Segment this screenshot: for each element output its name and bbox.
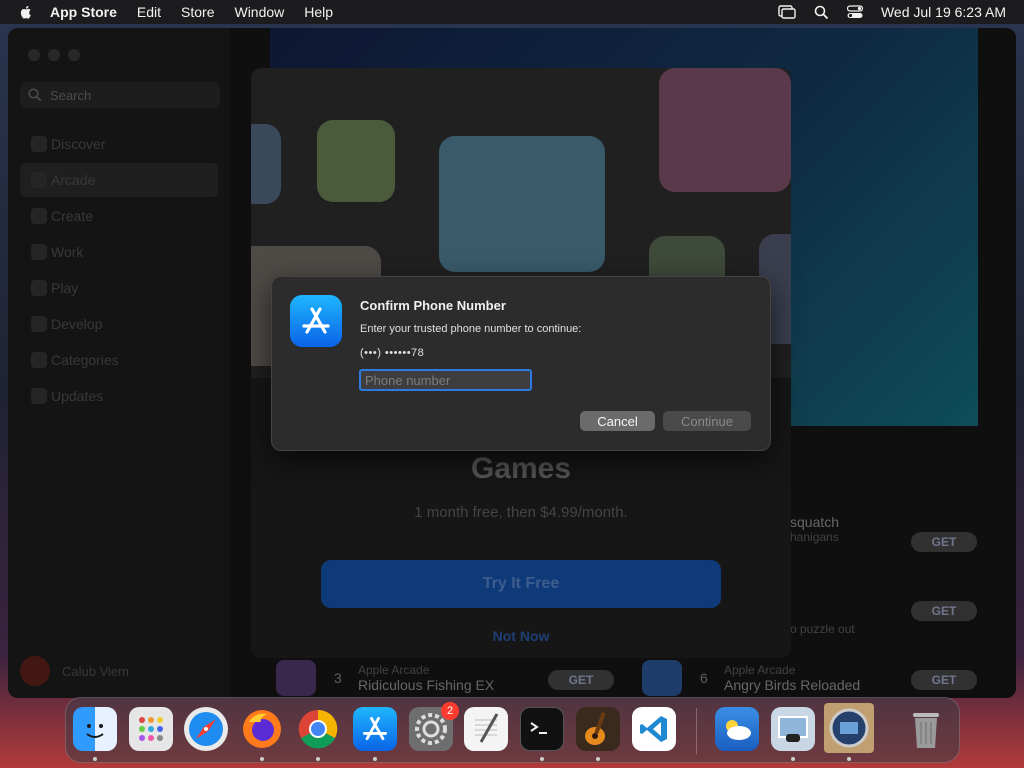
dialog-message: Enter your trusted phone number to conti… xyxy=(360,323,582,335)
preview-icon[interactable] xyxy=(771,707,815,751)
screen-mirroring-icon[interactable] xyxy=(778,5,796,19)
menu-bar: App Store Edit Store Window Help Wed Jul… xyxy=(0,0,1024,24)
phone-number-input[interactable] xyxy=(359,369,532,391)
menu-help[interactable]: Help xyxy=(304,4,333,20)
network-icon[interactable] xyxy=(824,703,874,753)
menu-app-name[interactable]: App Store xyxy=(50,4,117,20)
game-tile-image xyxy=(317,120,395,202)
dialog-title: Confirm Phone Number xyxy=(360,298,506,313)
penguin-game-tile-image xyxy=(439,136,605,272)
trash-icon[interactable] xyxy=(904,707,948,751)
launchpad-icon[interactable] xyxy=(129,707,173,751)
app-store-icon[interactable] xyxy=(353,707,397,751)
menu-edit[interactable]: Edit xyxy=(137,4,161,20)
chrome-icon[interactable] xyxy=(296,707,340,751)
try-it-free-button[interactable]: Try It Free xyxy=(321,560,721,608)
menu-window[interactable]: Window xyxy=(234,4,284,20)
terminal-icon[interactable] xyxy=(520,707,564,751)
menu-store[interactable]: Store xyxy=(181,4,214,20)
textedit-icon[interactable] xyxy=(464,707,508,751)
control-center-icon[interactable] xyxy=(846,5,863,19)
game-tile-image xyxy=(659,68,791,192)
vscode-icon[interactable] xyxy=(632,707,676,751)
firefox-icon[interactable] xyxy=(240,707,284,751)
safari-icon[interactable] xyxy=(184,707,228,751)
dock: 2 xyxy=(65,697,960,763)
weather-icon[interactable] xyxy=(715,707,759,751)
notification-badge: 2 xyxy=(441,702,459,720)
sheet-title: Games xyxy=(470,452,572,485)
dock-separator xyxy=(696,708,697,754)
continue-button[interactable]: Continue xyxy=(663,411,751,431)
apple-menu-icon[interactable] xyxy=(18,4,34,20)
menu-clock[interactable]: Wed Jul 19 6:23 AM xyxy=(881,4,1006,20)
game-tile-image xyxy=(251,124,281,204)
spotlight-search-icon[interactable] xyxy=(814,5,829,20)
garageband-icon[interactable] xyxy=(576,707,620,751)
not-now-button[interactable]: Not Now xyxy=(251,628,791,644)
finder-icon[interactable] xyxy=(73,707,117,751)
confirm-phone-dialog: Confirm Phone Number Enter your trusted … xyxy=(271,276,771,451)
cancel-button[interactable]: Cancel xyxy=(580,411,655,431)
masked-phone-number: (•••) ••••••78 xyxy=(360,347,425,359)
sheet-subtitle: 1 month free, then $4.99/month. xyxy=(414,504,628,521)
app-store-icon xyxy=(290,295,342,347)
